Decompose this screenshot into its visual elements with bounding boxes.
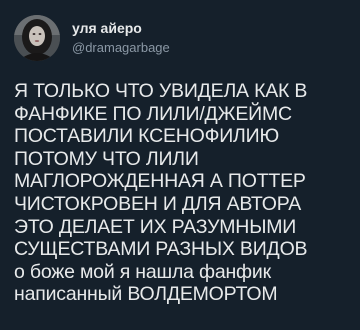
display-name[interactable]: уля айеро: [72, 19, 170, 37]
profile-photo-icon: [14, 15, 60, 61]
tweet-text-line: МАГЛОРОЖДЕННАЯ А ПОТТЕР: [14, 170, 306, 193]
avatar[interactable]: [14, 15, 60, 61]
tweet-text-line: Я ТОЛЬКО ЧТО УВИДЕЛА КАК В: [14, 80, 308, 102]
tweet-text-line: написанный ВОЛДЕМОРТОМ: [14, 283, 278, 306]
tweet-text: Я ТОЛЬКО ЧТО УВИДЕЛА КАК В ФАНФИКЕ ПО ЛИ…: [14, 80, 346, 306]
tweet-text-line: ПОТОМУ ЧТО ЛИЛИ: [14, 147, 199, 170]
tweet-card: уля айеро @dramagarbage Я ТОЛЬКО ЧТО УВИ…: [0, 0, 360, 330]
username-handle[interactable]: @dramagarbage: [72, 39, 170, 57]
tweet-text-line: ЭТО ДЕЛАЕТ ИХ РАЗУМНЫМИ: [14, 215, 297, 238]
tweet-text-line: СУЩЕСТВАМИ РАЗНЫХ ВИДОВ: [14, 238, 308, 261]
tweet-text-line: ПОСТАВИЛИ КСЕНОФИЛИЮ: [14, 125, 279, 148]
tweet-header: уля айеро @dramagarbage: [14, 12, 346, 64]
tweet-text-line: о боже мой я нашла фанфик: [14, 260, 271, 283]
tweet-text-line: ЧИСТОКРОВЕН И ДЛЯ АВТОРА: [14, 192, 302, 215]
author-info: уля айеро @dramagarbage: [72, 19, 170, 57]
tweet-text-line: ФАНФИКЕ ПО ЛИЛИ/ДЖЕЙМС: [14, 102, 292, 125]
